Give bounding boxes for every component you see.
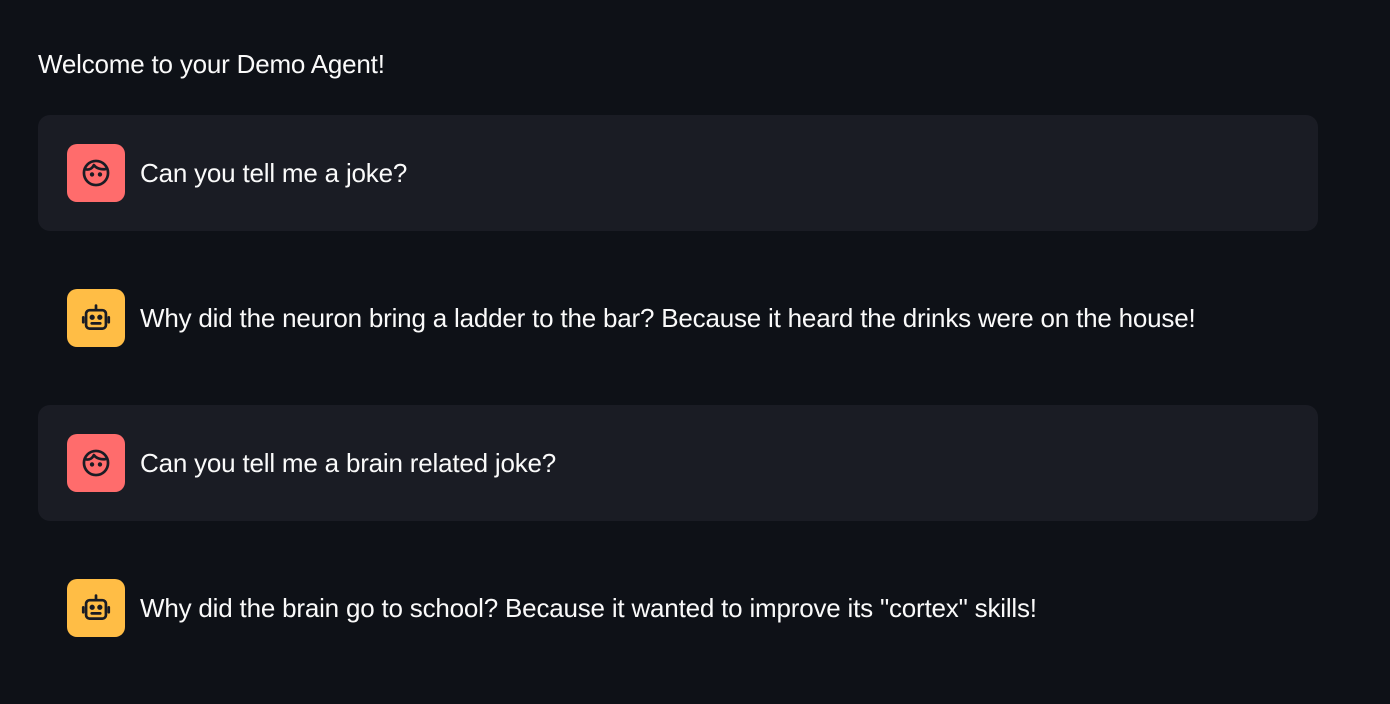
chat-message-assistant: Why did the neuron bring a ladder to the… <box>38 260 1318 376</box>
assistant-avatar <box>67 579 125 637</box>
welcome-message: Welcome to your Demo Agent! <box>38 49 385 79</box>
user-face-icon <box>79 156 113 190</box>
chat-message-user: Can you tell me a brain related joke? <box>38 405 1318 521</box>
assistant-avatar <box>67 289 125 347</box>
message-text: Can you tell me a brain related joke? <box>140 448 557 478</box>
user-avatar <box>67 144 125 202</box>
robot-icon <box>79 301 113 335</box>
chat-container: Can you tell me a joke? Why did the neur… <box>38 115 1318 695</box>
message-text: Why did the brain go to school? Because … <box>140 593 1037 623</box>
chat-message-assistant: Why did the brain go to school? Because … <box>38 550 1318 666</box>
robot-icon <box>79 591 113 625</box>
message-text: Why did the neuron bring a ladder to the… <box>140 303 1196 333</box>
user-avatar <box>67 434 125 492</box>
chat-message-user: Can you tell me a joke? <box>38 115 1318 231</box>
message-text: Can you tell me a joke? <box>140 158 408 188</box>
user-face-icon <box>79 446 113 480</box>
